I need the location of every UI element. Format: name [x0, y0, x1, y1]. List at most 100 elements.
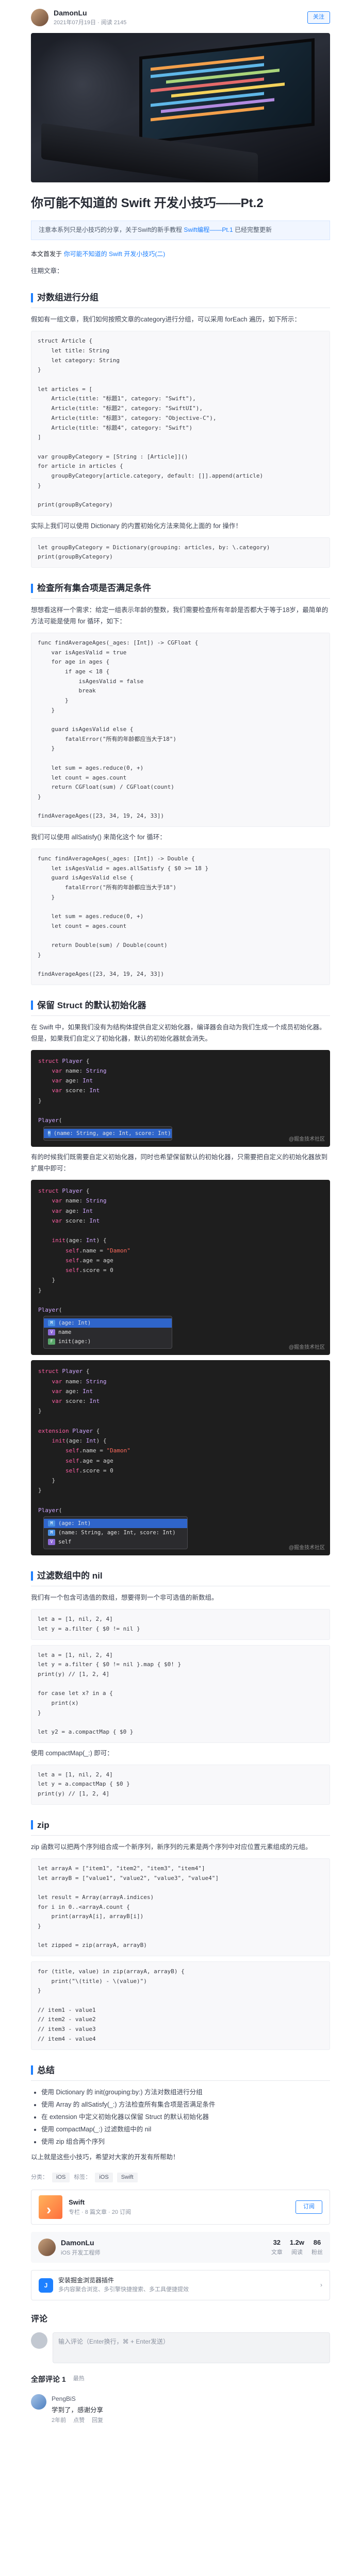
code-block: for (title, value) in zip(arrayA, arrayB… [31, 1961, 330, 2050]
heading-bar [31, 293, 33, 302]
series-note-link[interactable]: Swift编程——Pt.1 [184, 226, 233, 233]
autocomplete-item[interactable]: Finit(age:) [44, 1337, 172, 1346]
plugin-icon: J [39, 2278, 53, 2293]
cover-image [31, 33, 330, 182]
comment-text: 学到了，感谢分享 [52, 2406, 104, 2414]
summary-list: 使用 Dictionary 的 init(grouping:by:) 方法对数组… [41, 2087, 330, 2147]
paragraph: 有的时候我们既需要自定义初始化器，同时也希望保留默认的初始化器，只需要把自定义的… [31, 1154, 328, 1173]
paragraph: 在 Swift 中，如果我们没有为结构体提供自定义初始化器，编译器会自动为我们生… [31, 1023, 326, 1042]
intro-link[interactable]: 你可能不知道的 Swift 开发小技巧(二) [64, 249, 166, 259]
intro-label: 本文首发于 [31, 250, 62, 258]
comment-heading: 评论 [31, 2314, 48, 2324]
column-name: Swift [69, 2198, 85, 2206]
reply-button[interactable]: 回复 [92, 2416, 103, 2426]
autocomplete-item[interactable]: M (age: Int) [44, 1519, 187, 1529]
current-user-avatar [31, 2332, 47, 2349]
watermark: @掘金技术社区 [288, 1545, 325, 1551]
author-header: DamonLu 2021年07月19日 · 阅读 2145 关注 [31, 0, 330, 29]
heading-bar [31, 2065, 33, 2075]
paragraph: 想想看这样一个需求：给定一组表示年龄的整数，我们需要检查所有年龄是否都大于等于1… [31, 606, 329, 625]
section-heading-zip: zip [31, 1818, 330, 1836]
summary-item: 使用 Dictionary 的 init(grouping:by:) 方法对数组… [41, 2087, 330, 2097]
member-icon: V [48, 1539, 55, 1546]
column-card[interactable]: Swift 专栏 · 8 篇文章 · 20 订阅 订阅 [31, 2190, 330, 2225]
cover-monitor [139, 38, 315, 144]
chevron-right-icon: › [320, 2281, 322, 2289]
autocomplete-popup: M (name: String, age: Int, score: Int) [43, 1126, 172, 1141]
author-card-avatar[interactable] [38, 2239, 56, 2257]
stat-followers: 86 粉丝 [311, 2238, 323, 2256]
code-block: let arrayA = ["item1", "item2", "item3",… [31, 1858, 330, 1956]
footer-spacer [31, 2430, 330, 2445]
subscribe-button[interactable]: 订阅 [296, 2200, 322, 2214]
member-icon: M [48, 1520, 55, 1527]
summary-item: 使用 Array 的 allSatisfy(_:) 方法检查所有集合项是否满足条… [41, 2099, 330, 2110]
author-avatar[interactable] [31, 9, 48, 26]
paragraph: 假如有一组文章，我们如何按照文章的category进行分组，可以采用 forEa… [31, 316, 301, 324]
paragraph: 我们可以使用 allSatisfy() 来简化这个 for 循环： [31, 833, 166, 841]
plugin-banner[interactable]: J 安装掘金浏览器插件 多内容聚合浏览、多引擎快捷搜索、多工具便捷提效 › [31, 2270, 330, 2300]
xcode-screenshot: struct Player { var name: String var age… [31, 1180, 330, 1355]
code-block: func findAverageAges(_ages: [Int]) -> Do… [31, 848, 330, 985]
author-meta: 2021年07月19日 · 阅读 2145 [54, 20, 127, 26]
member-icon: M [48, 1130, 51, 1137]
column-meta: 专栏 · 8 篇文章 · 20 订阅 [69, 2209, 132, 2215]
paragraph: 我们有一个包含可选值的数组，想要得到一个非可选值的新数组。 [31, 1594, 218, 1602]
tag-ios[interactable]: iOS [95, 2172, 113, 2183]
author-card-meta: iOS 开发工程师 [61, 2249, 101, 2256]
author-card-name[interactable]: DamonLu [61, 2237, 100, 2248]
paragraph: 以上就是这些小技巧，希望对大家的开发有所帮助！ [31, 2153, 179, 2161]
summary-item: 使用 compactMap(_:) 过滤数组中的 nil [41, 2124, 330, 2134]
code-block: struct Article { let title: String let c… [31, 331, 330, 516]
comment-input[interactable]: 输入评论（Enter换行，⌘ + Enter发送） [53, 2332, 330, 2363]
tag-row: 分类： iOS 标签： iOS Swift [31, 2172, 330, 2183]
member-icon: M [48, 1320, 55, 1327]
follow-button[interactable]: 关注 [307, 11, 330, 24]
commenter-avatar[interactable] [31, 2394, 46, 2410]
author-stats: 32 文章 1.2w 阅读 86 粉丝 [271, 2238, 323, 2257]
summary-item: 使用 zip 组合两个序列 [41, 2137, 330, 2147]
plugin-name: 安装掘金浏览器插件 [58, 2277, 114, 2284]
autocomplete-popup: M (age: Int) Vname Finit(age:) [43, 1316, 172, 1349]
autocomplete-popup: M (age: Int) M (name: String, age: Int, sco… [43, 1516, 188, 1550]
section-heading-struct: 保留 Struct 的默认初始化器 [31, 998, 330, 1016]
section-heading-summary: 总结 [31, 2063, 330, 2081]
cover-glow [31, 33, 134, 136]
like-button[interactable]: 点赞 [73, 2416, 85, 2426]
section-title: 对数组进行分组 [37, 293, 99, 303]
article-title: 你可能不知道的 Swift 开发小技巧——Pt.2 [31, 196, 264, 210]
section-heading-group: 对数组进行分组 [31, 291, 330, 309]
section-heading-nil: 过滤数组中的 nil [31, 1569, 330, 1587]
series-note: 注意本系列只是小技巧的分享，关于Swift的新手教程 Swift编程——Pt.1… [31, 221, 330, 240]
sort-toggle[interactable]: 最热 [73, 2375, 85, 2384]
section-title: 总结 [37, 2065, 55, 2075]
autocomplete-item[interactable]: M (name: String, age: Int, score: Int) [44, 1129, 172, 1139]
series-note-prefix: 注意本系列只是小技巧的分享，关于Swift的新手教程 [39, 226, 184, 234]
code-block: let a = [1, nil, 2, 4] let y = a.compact… [31, 1764, 330, 1805]
autocomplete-item[interactable]: Vname [44, 1328, 172, 1337]
commenter-name[interactable]: PengBiS [52, 2394, 103, 2404]
watermark: @掘金技术社区 [288, 1136, 325, 1142]
stat-articles: 32 文章 [271, 2238, 283, 2256]
autocomplete-item[interactable]: M (name: String, age: Int, score: Int) [44, 1528, 187, 1537]
code-block: let a = [1, nil, 2, 4] let y = a.filter … [31, 1645, 330, 1743]
swift-column-icon [39, 2195, 62, 2222]
section-heading-satisfy: 检查所有集合项是否满足条件 [31, 581, 330, 599]
autocomplete-item[interactable]: M (age: Int) [44, 1318, 172, 1328]
xcode-screenshot: struct Player { var name: String var age… [31, 1360, 330, 1556]
summary-item: 在 extension 中定义初始化器以保留 Struct 的默认初始化器 [41, 2112, 330, 2122]
member-icon: M [48, 1530, 55, 1536]
author-card: DamonLu iOS 开发工程师 32 文章 1.2w 阅读 86 粉丝 [31, 2232, 330, 2263]
intro-line: 本文首发于 你可能不知道的 Swift 开发小技巧(二) [31, 249, 330, 260]
paragraph: zip 函数可以把两个序列组合成一个新序列，新序列的元素是两个序列中对应位置元素… [31, 1843, 312, 1851]
category-tag[interactable]: iOS [52, 2172, 70, 2183]
series-note-suffix: 已经完整更新 [233, 226, 272, 234]
intro-line2: 往期文章： [31, 267, 63, 275]
tags-label: 标签： [74, 2174, 91, 2180]
tag-swift[interactable]: Swift [117, 2172, 138, 2183]
xcode-screenshot: struct Player { var name: String var age… [31, 1049, 330, 1147]
author-name[interactable]: DamonLu [54, 7, 126, 19]
code-block: let groupByCategory = Dictionary(groupin… [31, 537, 330, 568]
autocomplete-item[interactable]: Vself [44, 1537, 187, 1547]
member-icon: V [48, 1329, 55, 1336]
